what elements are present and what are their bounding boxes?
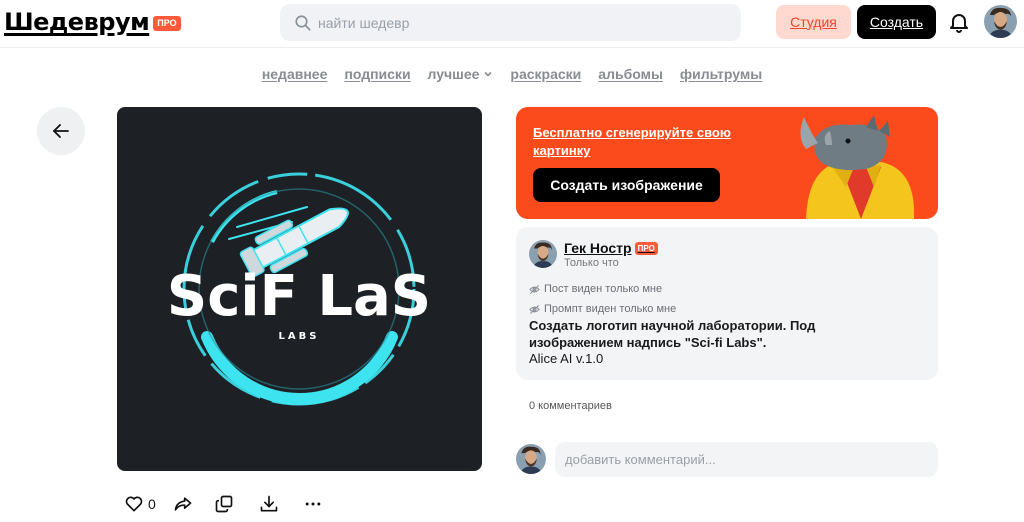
search-input[interactable] bbox=[318, 14, 718, 31]
post-time: Только что bbox=[564, 257, 619, 269]
create-button[interactable]: Создать bbox=[857, 5, 936, 39]
commenter-avatar bbox=[516, 444, 546, 474]
share-button[interactable] bbox=[173, 493, 193, 515]
image-actions: 0 bbox=[124, 493, 323, 515]
author-name-text[interactable]: Гек Ностр bbox=[564, 240, 632, 256]
bell-icon[interactable] bbox=[947, 10, 971, 34]
rhino-mascot-image bbox=[800, 115, 915, 219]
art-subtitle-text: LABS bbox=[279, 331, 320, 342]
heart-icon bbox=[125, 496, 143, 512]
author-pro-badge: ПРО bbox=[634, 241, 658, 255]
like-count: 0 bbox=[148, 496, 156, 512]
comment-input[interactable] bbox=[555, 442, 938, 477]
prompt-text: Создать логотип научной лаборатории. Под… bbox=[529, 318, 816, 350]
post-info-card: Гек Ностр ПРО Только что Пост виден толь… bbox=[516, 227, 938, 380]
share-icon bbox=[174, 497, 192, 511]
nav-item-best-label: лучшее bbox=[427, 66, 480, 82]
nav-item-subscriptions[interactable]: подписки bbox=[344, 66, 410, 82]
pro-badge: ПРО bbox=[153, 15, 181, 31]
more-button[interactable] bbox=[303, 493, 323, 515]
like-button[interactable]: 0 bbox=[124, 493, 156, 515]
chevron-down-icon bbox=[484, 71, 492, 77]
more-icon bbox=[305, 502, 321, 506]
eye-off-icon bbox=[529, 304, 540, 314]
download-icon bbox=[260, 495, 278, 512]
back-button[interactable] bbox=[37, 107, 85, 155]
logo-text[interactable]: Шедеврум bbox=[4, 8, 150, 36]
nav-item-albums[interactable]: альбомы bbox=[598, 66, 663, 82]
nav-item-filtrums[interactable]: фильтрумы bbox=[680, 66, 762, 82]
prompt-visibility: Промпт виден только мне bbox=[529, 303, 676, 315]
post-visibility-text: Пост виден только мне bbox=[544, 283, 663, 295]
top-header: Шедеврум ПРО Студия Создать bbox=[0, 0, 1024, 48]
user-avatar[interactable] bbox=[984, 5, 1017, 38]
logo[interactable]: Шедеврум ПРО bbox=[4, 8, 181, 36]
arrow-left-icon bbox=[53, 124, 69, 138]
promo-text[interactable]: Бесплатно сгенерируйте свою картинку bbox=[533, 124, 743, 160]
copy-button[interactable] bbox=[214, 493, 234, 515]
prompt-visibility-text: Промпт виден только мне bbox=[544, 303, 677, 315]
post-visibility: Пост виден только мне bbox=[529, 283, 662, 295]
nav-item-best[interactable]: лучшее bbox=[428, 66, 494, 82]
nav-item-coloring[interactable]: раскраски bbox=[510, 66, 581, 82]
search-icon bbox=[295, 14, 311, 31]
copy-icon bbox=[215, 495, 233, 513]
generated-image[interactable]: SciF LaS LABS bbox=[117, 107, 482, 471]
promo-banner: Бесплатно сгенерируйте свою картинку Соз… bbox=[516, 107, 938, 219]
category-nav: недавнее подписки лучшее раскраски альбо… bbox=[0, 66, 1024, 82]
author-avatar[interactable] bbox=[529, 240, 557, 268]
art-title-text: SciF LaS bbox=[167, 264, 431, 329]
comments-count: 0 комментариев bbox=[529, 400, 612, 412]
model-name: Alice AI v.1.0 bbox=[529, 351, 604, 366]
author-name[interactable]: Гек Ностр ПРО bbox=[564, 240, 658, 256]
create-image-button[interactable]: Создать изображение bbox=[533, 168, 720, 202]
search-bar[interactable] bbox=[280, 4, 741, 41]
download-button[interactable] bbox=[259, 493, 279, 515]
studio-button[interactable]: Студия bbox=[776, 5, 851, 39]
nav-item-recent[interactable]: недавнее bbox=[262, 66, 328, 82]
eye-off-icon bbox=[529, 284, 540, 294]
